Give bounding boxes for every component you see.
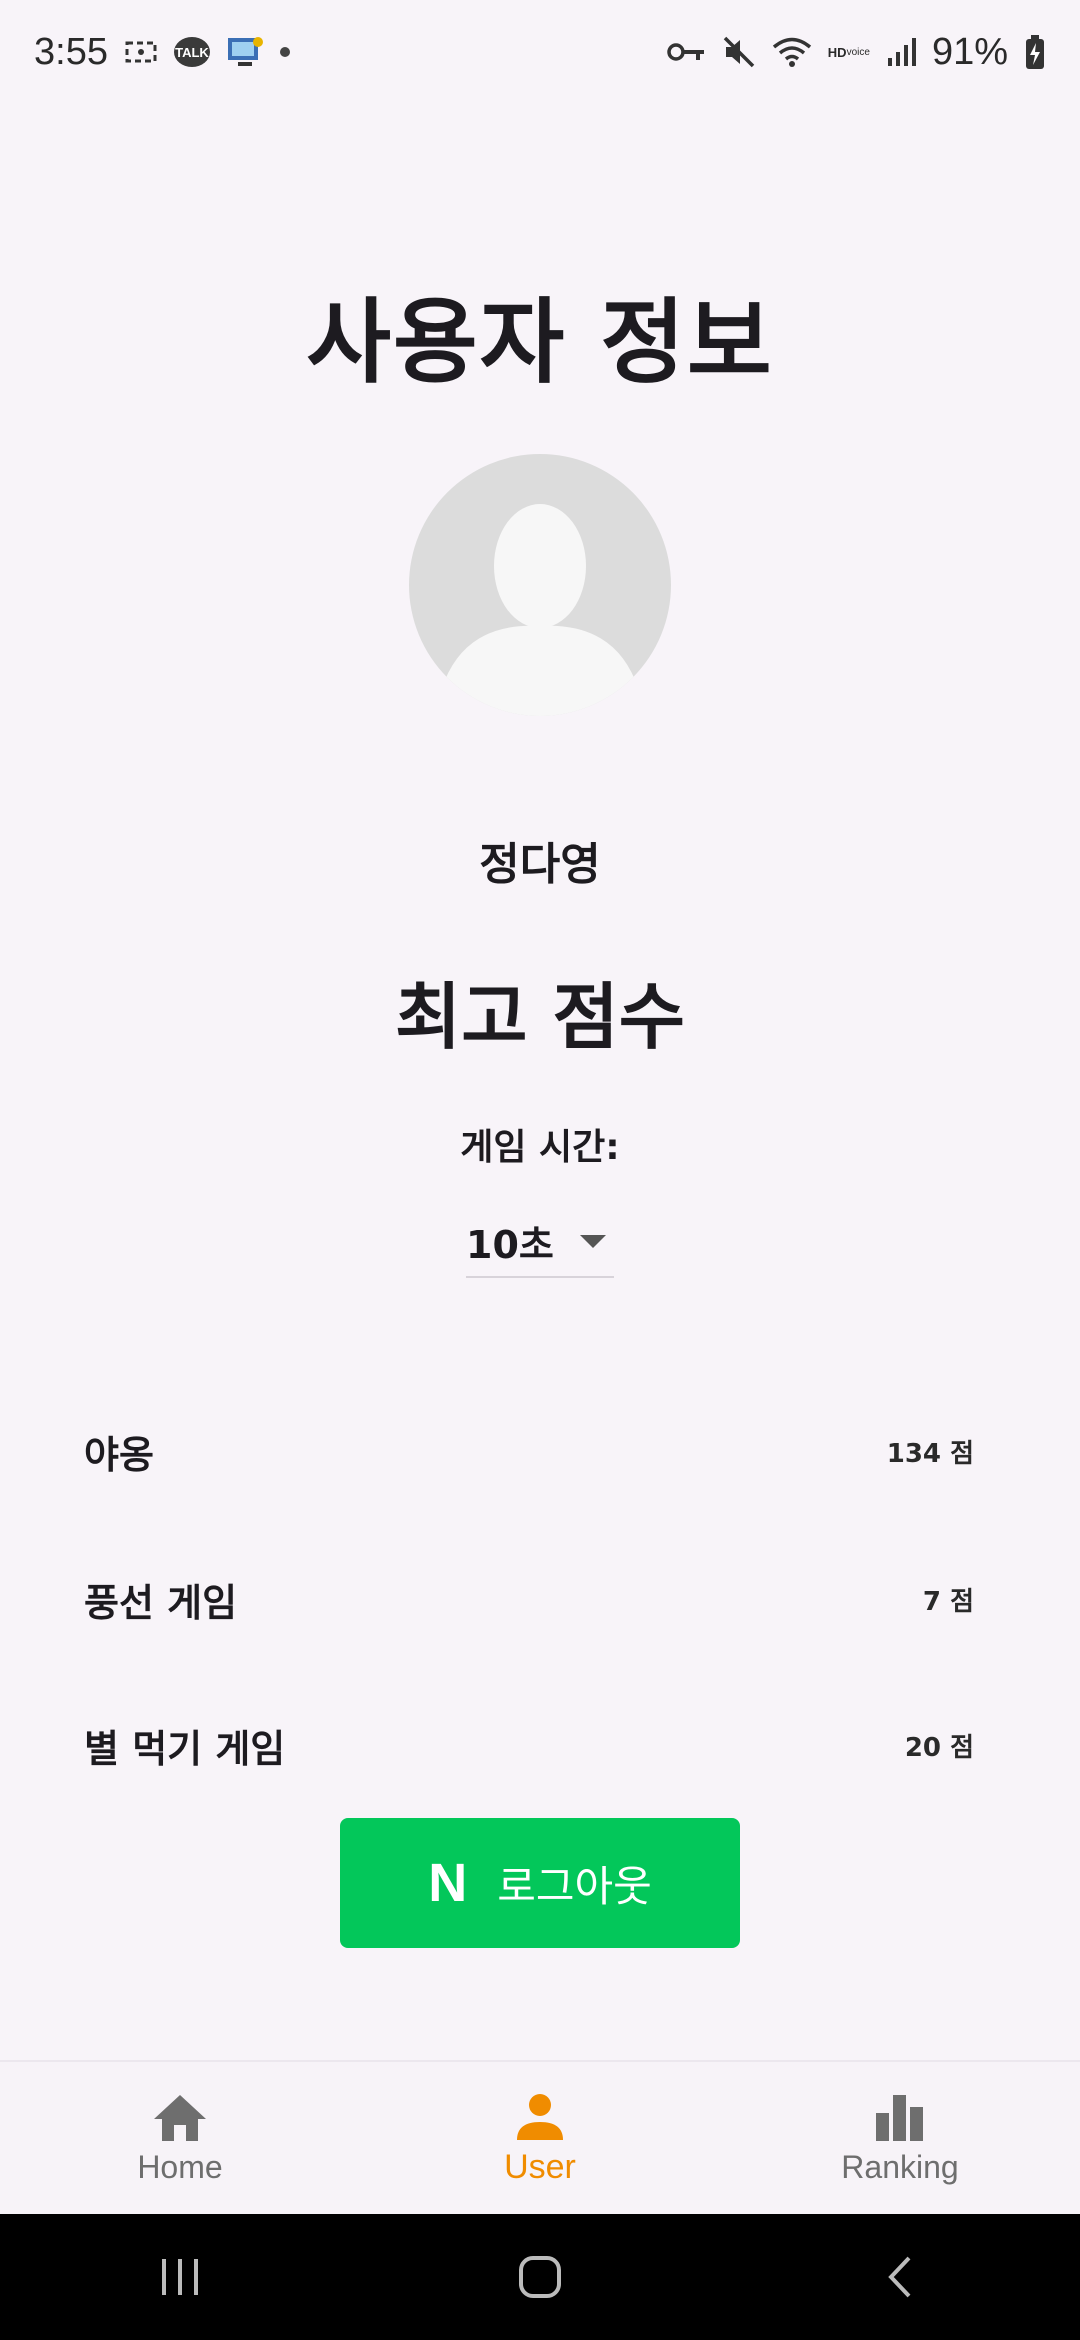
game-score: 134 점 bbox=[886, 1439, 974, 1469]
recent-apps-icon bbox=[162, 2259, 198, 2295]
person-icon bbox=[517, 2093, 563, 2140]
chevron-down-icon bbox=[580, 1234, 606, 1248]
status-bar-right: HD voice 91% bbox=[666, 31, 1046, 74]
back-chevron-icon bbox=[888, 2256, 911, 2298]
high-score-title: 최고 점수 bbox=[394, 975, 686, 1059]
vpn-key-icon bbox=[666, 40, 706, 64]
more-notifications-dot bbox=[279, 47, 290, 57]
game-name: 별 먹기 게임 bbox=[84, 1727, 286, 1771]
battery-percent: 91% bbox=[931, 30, 1008, 73]
page-title: 사용자 정보 bbox=[306, 289, 774, 396]
signal-icon bbox=[886, 36, 916, 68]
hd-voice-icon: HD voice bbox=[828, 46, 870, 59]
home-circle-icon bbox=[519, 2256, 561, 2298]
status-bar: 3:55 TALK HD voice 91% bbox=[0, 0, 1080, 104]
game-time-dropdown[interactable]: 10초 bbox=[466, 1206, 614, 1278]
back-button[interactable] bbox=[840, 2237, 960, 2317]
talk-label: TALK bbox=[175, 44, 209, 60]
home-system-button[interactable] bbox=[480, 2237, 600, 2317]
score-row: 풍선 게임 7 점 bbox=[84, 1572, 974, 1627]
nav-label-ranking: Ranking bbox=[841, 2148, 959, 2185]
nav-label-home: Home bbox=[137, 2148, 223, 2185]
app-notification-icon bbox=[226, 34, 264, 70]
bottom-navigation: Home User Ranking bbox=[0, 2060, 1080, 2216]
username: 정다영 bbox=[479, 839, 601, 890]
default-user-icon bbox=[445, 504, 635, 716]
voice-label: voice bbox=[846, 46, 870, 58]
home-icon bbox=[154, 2094, 206, 2141]
nav-item-ranking[interactable]: Ranking bbox=[780, 2093, 1020, 2186]
game-time-label: 게임 시간: bbox=[460, 1127, 620, 1168]
avatar bbox=[409, 454, 671, 716]
kakaotalk-icon: TALK bbox=[173, 37, 210, 67]
naver-logout-button[interactable]: N 로그아웃 bbox=[340, 1818, 740, 1948]
clock: 3:55 bbox=[34, 30, 108, 73]
game-name: 풍선 게임 bbox=[84, 1581, 238, 1625]
game-time-selected: 10초 bbox=[466, 1222, 554, 1267]
score-row: 별 먹기 게임 20 점 bbox=[84, 1718, 974, 1773]
logout-label: 로그아웃 bbox=[497, 1861, 652, 1911]
status-bar-left: 3:55 TALK bbox=[34, 31, 290, 74]
game-name: 야옹 bbox=[84, 1433, 154, 1477]
battery-charging-icon bbox=[1024, 34, 1046, 70]
nav-label-user: User bbox=[504, 2147, 576, 2186]
game-score: 20 점 bbox=[904, 1733, 974, 1763]
naver-logo-icon: N bbox=[428, 1853, 468, 1913]
nav-item-home[interactable]: Home bbox=[60, 2093, 300, 2186]
mute-icon bbox=[722, 35, 756, 69]
hd-label: HD bbox=[827, 44, 847, 60]
system-navigation-bar bbox=[0, 2214, 1080, 2340]
nav-item-user[interactable]: User bbox=[420, 2092, 660, 2187]
score-row: 야옹 134 점 bbox=[84, 1424, 974, 1479]
wifi-icon bbox=[772, 36, 812, 68]
game-score: 7 점 bbox=[922, 1587, 974, 1617]
bar-chart-icon bbox=[876, 2094, 923, 2141]
recent-apps-button[interactable] bbox=[120, 2237, 240, 2317]
screen-record-icon bbox=[124, 37, 158, 67]
